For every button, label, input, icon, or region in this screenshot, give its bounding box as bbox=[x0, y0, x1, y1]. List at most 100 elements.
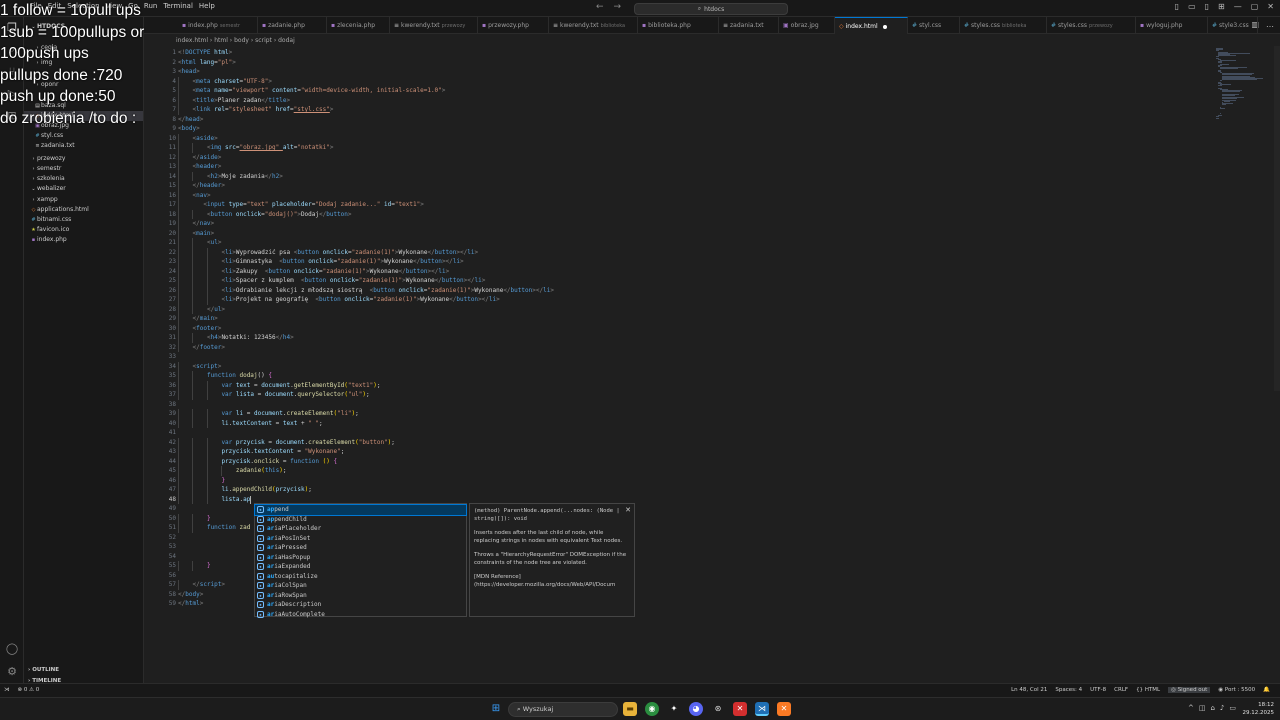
taskbar-search[interactable]: ⌕ Wyszukaj bbox=[508, 702, 618, 717]
layout-customize-icon[interactable]: ⊞ bbox=[1218, 2, 1225, 11]
code-line[interactable]: li.appendChild(przycisk); bbox=[221, 485, 311, 495]
forward-arrow-icon[interactable]: → bbox=[614, 2, 622, 12]
layout-panel-icon[interactable]: ▭ bbox=[1188, 2, 1196, 11]
code-line[interactable]: <li>Wyprowadzić psa <button onclick="zad… bbox=[221, 248, 478, 258]
tab-kwerendy-txt[interactable]: ≡ kwerendy.txt biblioteka bbox=[549, 17, 638, 34]
xampp-icon[interactable]: ✕ bbox=[777, 702, 791, 716]
notifications-icon[interactable]: 🔔 bbox=[1263, 687, 1270, 693]
code-line[interactable]: zadanie(this); bbox=[236, 466, 287, 476]
layout-sidebar-icon[interactable]: ▯ bbox=[1175, 2, 1179, 11]
end-of-line[interactable]: CRLF bbox=[1114, 687, 1128, 693]
network-icon[interactable]: ⌂ bbox=[1210, 704, 1214, 712]
tab-obraz-jpg[interactable]: ▣ obraz.jpg bbox=[779, 17, 835, 34]
remote-icon[interactable]: ⋊ bbox=[4, 687, 10, 693]
menu-item-run[interactable]: Run bbox=[144, 2, 157, 10]
code-line[interactable]: <!DOCTYPE html> bbox=[178, 48, 232, 58]
editor-scrollbar[interactable] bbox=[1274, 46, 1280, 391]
code-line[interactable]: przycisk.onclick = function () { bbox=[221, 457, 337, 467]
breadcrumb-item[interactable]: script bbox=[255, 37, 272, 44]
tree-item-szkolenia[interactable]: › szkolenia bbox=[24, 174, 143, 184]
code-line[interactable]: <title>Planer zadan</title> bbox=[192, 96, 290, 106]
code-line[interactable]: <body> bbox=[178, 124, 200, 134]
suggestion-item[interactable]: ◈ ariaRowSpan bbox=[255, 591, 466, 601]
chevron-up-icon[interactable]: ^ bbox=[1188, 704, 1194, 712]
breadcrumb-item[interactable]: index.html bbox=[176, 37, 208, 44]
layout-secondary-icon[interactable]: ▯ bbox=[1205, 2, 1209, 11]
suggestion-item[interactable]: ◈ ariaColSpan bbox=[255, 581, 466, 591]
code-line[interactable]: </nav> bbox=[192, 219, 214, 229]
tree-item-applications-html[interactable]: ◇ applications.html bbox=[24, 205, 143, 215]
code-line[interactable]: <footer> bbox=[192, 324, 221, 334]
code-line[interactable]: </aside> bbox=[192, 153, 221, 163]
code-line[interactable]: przycisk.textContent = "Wykonane"; bbox=[221, 447, 344, 457]
tree-item-styl-css[interactable]: #styl.css bbox=[24, 131, 143, 141]
code-line[interactable]: <meta charset="UTF-8"> bbox=[192, 77, 272, 87]
close-icon[interactable]: ✕ bbox=[625, 506, 631, 514]
language-mode[interactable]: {} HTML bbox=[1136, 687, 1160, 693]
tray-app-icon[interactable]: ◫ bbox=[1199, 704, 1206, 712]
code-line[interactable]: } bbox=[221, 476, 225, 486]
suggestion-item[interactable]: ◈ ariaPressed bbox=[255, 543, 466, 553]
code-line[interactable]: function zad bbox=[207, 523, 250, 533]
code-line[interactable]: li.textContent = text + " "; bbox=[221, 419, 322, 429]
breadcrumb-item[interactable]: html bbox=[214, 37, 228, 44]
code-line[interactable]: </head> bbox=[178, 115, 203, 125]
code-line[interactable]: </ul> bbox=[207, 305, 225, 315]
vscode-icon[interactable]: ⋊ bbox=[755, 702, 769, 716]
maximize-icon[interactable]: ▢ bbox=[1251, 2, 1259, 11]
code-line[interactable]: <li>Spacer z kumplem <button onclick="za… bbox=[221, 276, 485, 286]
section-outline[interactable]: › OUTLINE bbox=[24, 665, 143, 675]
volume-icon[interactable]: ♪ bbox=[1220, 704, 1224, 712]
tab-biblioteka-php[interactable]: ▪ biblioteka.php bbox=[638, 17, 719, 34]
tab-style3-css[interactable]: # style3.css bbox=[1208, 17, 1258, 34]
command-center[interactable]: ⌕ htdocs bbox=[634, 3, 788, 15]
menu-item-help[interactable]: Help bbox=[199, 2, 215, 10]
code-line[interactable]: <li>Projekt na geografię <button onclick… bbox=[221, 295, 499, 305]
problems-indicator[interactable]: ⊗ 0 ⚠ 0 bbox=[18, 687, 40, 693]
tab-kwerendy-txt[interactable]: ≡ kwerendy.txt przewozy bbox=[390, 17, 478, 34]
more-actions-icon[interactable]: … bbox=[1266, 20, 1274, 29]
tab-przewozy-php[interactable]: ▪ przewozy.php bbox=[478, 17, 549, 34]
tree-item-przewozy[interactable]: › przewozy bbox=[24, 154, 143, 164]
code-line[interactable]: var przycisk = document.createElement("b… bbox=[221, 438, 394, 448]
suggestion-item[interactable]: ◈ autocapitalize bbox=[255, 572, 466, 582]
tree-item-zadania-txt[interactable]: ≡zadania.txt bbox=[24, 141, 143, 151]
tree-item-xampp[interactable]: › xampp bbox=[24, 195, 143, 205]
code-line[interactable]: <li>Odrabianie lekcji z młodszą siostrą … bbox=[221, 286, 554, 296]
breadcrumb-item[interactable]: body bbox=[234, 37, 249, 44]
code-line[interactable]: <script> bbox=[192, 362, 221, 372]
code-line[interactable]: function dodaj() { bbox=[207, 371, 272, 381]
code-line[interactable]: </script> bbox=[192, 580, 225, 590]
chrome-icon[interactable]: ◉ bbox=[645, 702, 659, 716]
suggestion-item[interactable]: ◈ append bbox=[254, 504, 467, 516]
code-line[interactable]: <head> bbox=[178, 67, 200, 77]
code-line[interactable]: <meta name="viewport" content="width=dev… bbox=[192, 86, 445, 96]
code-line[interactable]: lista.ap bbox=[221, 495, 250, 505]
unsaved-dot-icon[interactable] bbox=[882, 24, 887, 29]
tab-styles-css[interactable]: # styles.css przewozy bbox=[1047, 17, 1136, 34]
code-line[interactable]: <img src="obraz.jpg" alt="notatki"> bbox=[207, 143, 334, 153]
suggestion-item[interactable]: ◈ ariaPlaceholder bbox=[255, 524, 466, 534]
breadcrumb-item[interactable]: dodaj bbox=[278, 37, 295, 44]
discord-icon[interactable]: ◕ bbox=[689, 702, 703, 716]
code-line[interactable]: <li>Gimnastyka <button onclick="zadanie(… bbox=[221, 257, 463, 267]
suggestion-item[interactable]: ◈ ariaPosInSet bbox=[255, 534, 466, 544]
suggestion-item[interactable]: ◈ appendChild bbox=[255, 515, 466, 525]
code-line[interactable]: var li = document.createElement("li"); bbox=[221, 409, 358, 419]
code-line[interactable]: </footer> bbox=[192, 343, 225, 353]
windows-start-icon[interactable]: ⊞ bbox=[489, 702, 503, 716]
tab-zlecenia-php[interactable]: ▪ zlecenia.php bbox=[327, 17, 390, 34]
code-line[interactable]: <button onclick="dodaj()">Dodaj</button> bbox=[207, 210, 352, 220]
tree-item-index-php[interactable]: ▪ index.php bbox=[24, 235, 143, 245]
encoding[interactable]: UTF-8 bbox=[1090, 687, 1106, 693]
minimap[interactable] bbox=[1216, 48, 1268, 119]
suggestion-item[interactable]: ◈ ariaDescription bbox=[255, 600, 466, 610]
app-red-icon[interactable]: ✕ bbox=[733, 702, 747, 716]
code-line[interactable]: </main> bbox=[192, 314, 217, 324]
manage-gear-icon[interactable]: ⚙ bbox=[5, 665, 19, 679]
code-line[interactable]: <aside> bbox=[192, 134, 217, 144]
code-line[interactable]: var text = document.getElementById("text… bbox=[221, 381, 380, 391]
suggestion-item[interactable]: ◈ ariaHasPopup bbox=[255, 553, 466, 563]
code-line[interactable]: <nav> bbox=[192, 191, 210, 201]
code-line[interactable]: <input type="text" placeholder="Dodaj za… bbox=[203, 200, 423, 210]
